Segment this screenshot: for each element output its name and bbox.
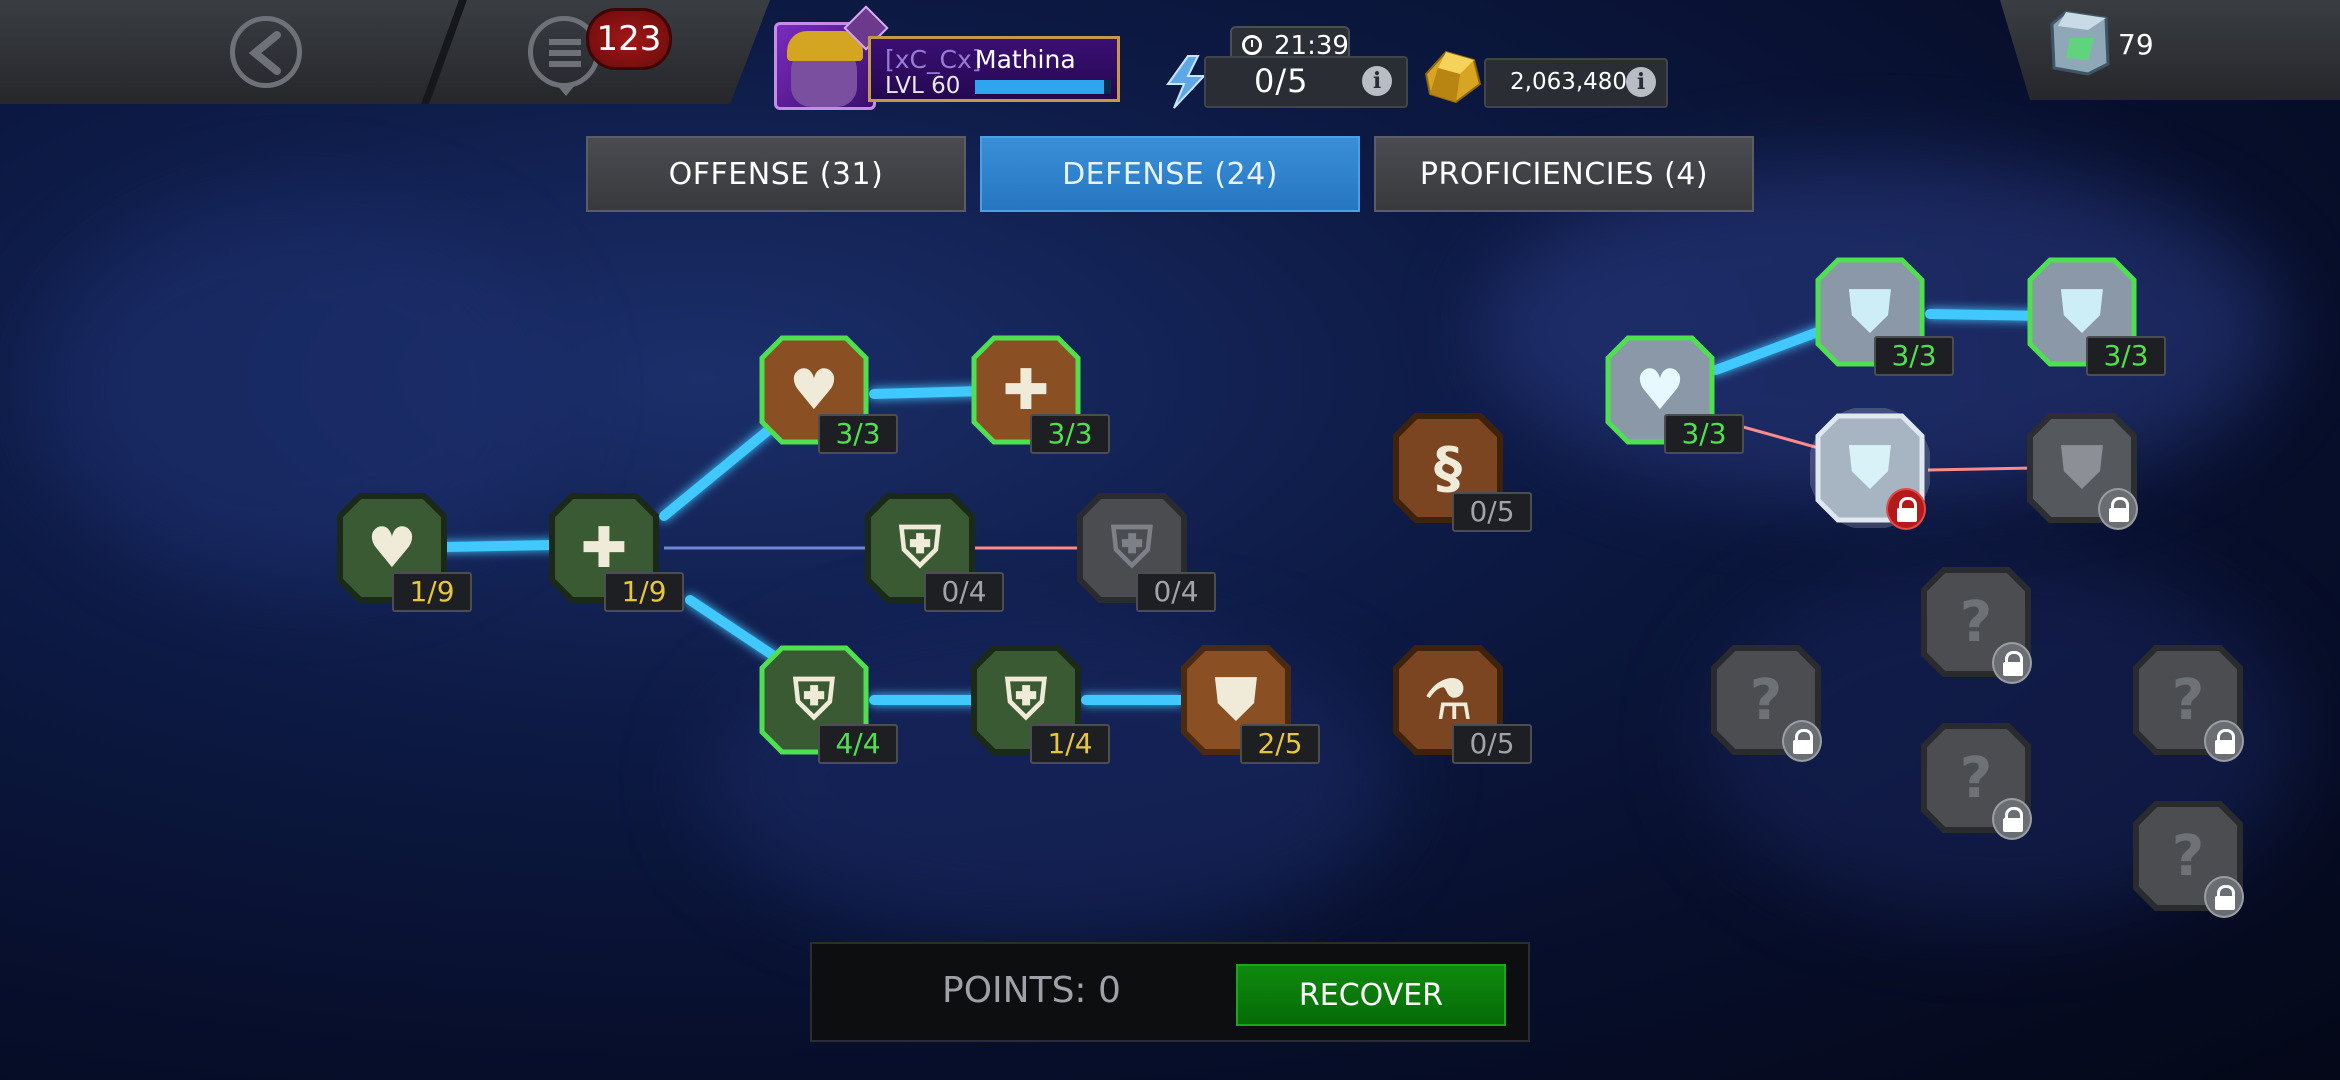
node-recovery[interactable]: ✚ 1/9 xyxy=(544,488,684,612)
node-rank: 2/5 xyxy=(1240,724,1320,764)
node-locked[interactable]: ⛊ xyxy=(2022,408,2142,530)
node-parry[interactable]: ⛨ 4/4 xyxy=(754,640,898,764)
node-block-resist[interactable]: ⛨ 0/4 xyxy=(860,488,1004,612)
lock-icon xyxy=(1992,798,2032,840)
node-rank: 1/9 xyxy=(604,572,684,612)
node-block-proficiency[interactable]: ♥ 3/3 xyxy=(754,330,898,454)
node-resist-a[interactable]: ⛊ 3/3 xyxy=(1810,252,1954,376)
node-petrify[interactable]: ⛊ 2/5 xyxy=(1176,640,1320,764)
recover-button[interactable]: RECOVER xyxy=(1236,964,1506,1026)
node-resist-b[interactable]: ⛊ 3/3 xyxy=(2022,252,2166,376)
node-vitality[interactable]: ♥ 3/3 xyxy=(1600,330,1744,454)
node-rank: 3/3 xyxy=(1664,414,1744,454)
node-rank: 3/3 xyxy=(2086,336,2166,376)
node-rank: 1/4 xyxy=(1030,724,1110,764)
node-rank: 0/4 xyxy=(924,572,1004,612)
lock-icon xyxy=(2204,720,2244,762)
lock-icon xyxy=(1886,488,1926,530)
node-rank: 0/5 xyxy=(1452,492,1532,532)
lock-icon xyxy=(2098,488,2138,530)
link-locked-locked xyxy=(1927,466,2037,472)
node-unknown[interactable]: ? xyxy=(1916,562,2036,684)
node-rank: 0/4 xyxy=(1136,572,1216,612)
node-health[interactable]: ♥ 1/9 xyxy=(332,488,472,612)
node-cracked-shield[interactable]: ⛨ 0/4 xyxy=(1072,488,1216,612)
points-label: POINTS: 0 xyxy=(942,970,1121,1011)
node-locked-glowing[interactable]: ⛊ xyxy=(1810,408,1930,530)
node-rank: 1/9 xyxy=(392,572,472,612)
node-rank: 3/3 xyxy=(1874,336,1954,376)
points-bar: POINTS: 0 RECOVER xyxy=(810,942,1530,1042)
node-unknown[interactable]: ? xyxy=(2128,796,2248,918)
node-glancing[interactable]: ⚗ 0/5 xyxy=(1388,640,1532,764)
node-rank: 3/3 xyxy=(818,414,898,454)
node-stupefy[interactable]: ⛨ 1/4 xyxy=(966,640,1110,764)
node-unknown[interactable]: ? xyxy=(1706,640,1826,762)
node-unknown[interactable]: ? xyxy=(2128,640,2248,762)
lock-icon xyxy=(1992,642,2032,684)
node-salve[interactable]: ✚ 3/3 xyxy=(966,330,1110,454)
node-rank: 3/3 xyxy=(1030,414,1110,454)
node-rank: 0/5 xyxy=(1452,724,1532,764)
node-mystic-dispersion[interactable]: § 0/5 xyxy=(1388,408,1532,532)
node-rank: 4/4 xyxy=(818,724,898,764)
lock-icon xyxy=(2204,876,2244,918)
node-unknown[interactable]: ? xyxy=(1916,718,2036,840)
lock-icon xyxy=(1782,720,1822,762)
